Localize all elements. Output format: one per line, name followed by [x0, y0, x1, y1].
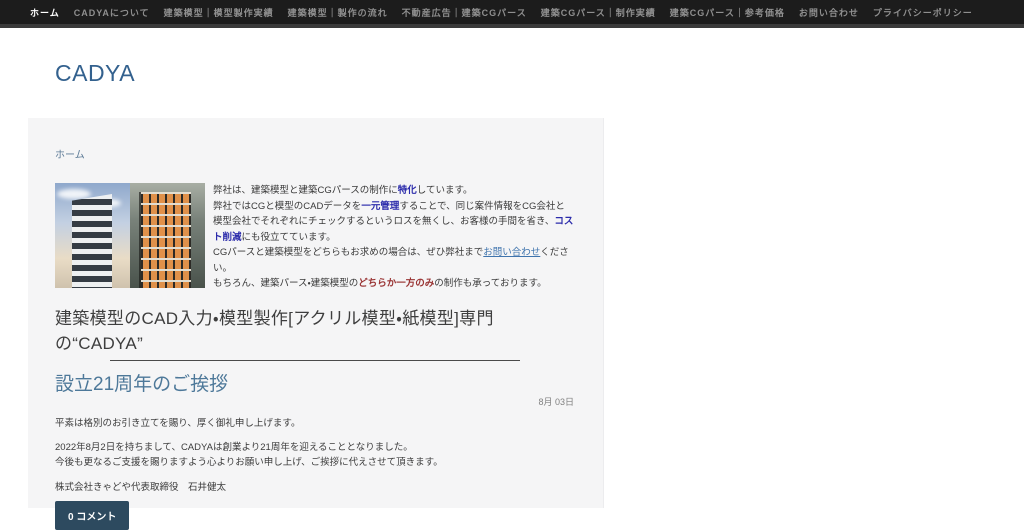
cg-render-panel — [55, 183, 130, 288]
nav-item-5[interactable]: 不動産広告｜建築CGパース — [402, 6, 527, 19]
post-paragraph: 2022年8月2日を持ちまして、CADYAは創業より21周年を迎えることとなりま… — [55, 440, 574, 455]
post-paragraph: 今後も更なるご支援を賜りますよう心よりお願い申し上げ、ご挨拶に代えさせて頂きます… — [55, 455, 574, 470]
nav-item-6[interactable]: 建築CGパース｜制作実績 — [541, 6, 656, 19]
content-card: ホーム 弊社は、建築模型と建築CGパースの制作に特化しています。 弊社ではCGと… — [28, 118, 604, 508]
cloud-shape — [57, 189, 91, 199]
intro-section: 弊社は、建築模型と建築CGパースの制作に特化しています。 弊社ではCGと模型のC… — [55, 183, 574, 292]
post-paragraph: 平素は格別のお引き立てを賜り、厚く御礼申し上げます。 — [55, 416, 574, 431]
intro-paragraph: もちろん、建築パース・建築模型のどちらか一方のみの制作も承っております。 — [213, 276, 574, 292]
nav-item-3[interactable]: 建築模型｜模型製作実績 — [164, 6, 274, 19]
nav-item-9[interactable]: プライバシーポリシー — [873, 6, 973, 19]
post-signature: 株式会社きゃどや代表取締役 石井健太 — [55, 480, 574, 495]
blog-post: 設立21周年のご挨拶 8月 03日 平素は格別のお引き立てを賜り、厚く御礼申し上… — [55, 373, 574, 530]
post-title-link[interactable]: 設立21周年のご挨拶 — [55, 373, 574, 397]
intro-paragraph: CGパースと建築模型をどちらもお求めの場合は、ぜひ弊社までお問い合わせください。 — [213, 245, 574, 276]
text-segment: 一元管理 — [361, 201, 399, 212]
model-building-shape — [141, 192, 191, 288]
text-segment: どちらか一方のみ — [358, 278, 434, 289]
nav-item-1[interactable]: ホーム — [30, 6, 60, 19]
text-segment: もちろん、建築パース・建築模型の — [213, 278, 358, 289]
text-segment: しています。 — [417, 185, 473, 196]
nav-item-2[interactable]: CADYAについて — [74, 6, 150, 19]
text-segment: にも役立てています。 — [242, 232, 336, 243]
page-title: 建築模型のCAD入力・模型製作[アクリル模型・紙模型]専門の“CADYA” — [55, 306, 574, 356]
comments-button[interactable]: 0 コメント — [55, 501, 129, 530]
nav-item-7[interactable]: 建築CGパース｜参考価格 — [670, 6, 785, 19]
intro-paragraph: 弊社ではCGと模型のCADデータを一元管理することで、同じ案件情報をCG会社と模… — [213, 199, 574, 246]
site-logo[interactable]: CADYA — [55, 60, 135, 87]
contact-link[interactable]: お問い合わせ — [483, 247, 540, 258]
text-segment: 弊社ではCGと模型のCADデータを — [213, 201, 361, 212]
model-photo-panel — [130, 183, 205, 288]
intro-paragraph: 弊社は、建築模型と建築CGパースの制作に特化しています。 — [213, 183, 574, 199]
text-segment: 特化 — [398, 185, 417, 196]
cg-building-shape — [72, 194, 112, 288]
text-segment: の制作も承っております。 — [434, 278, 546, 289]
intro-text: 弊社は、建築模型と建築CGパースの制作に特化しています。 弊社ではCGと模型のC… — [213, 183, 574, 292]
nav-item-8[interactable]: お問い合わせ — [799, 6, 859, 19]
text-segment: CGパースと建築模型をどちらもお求めの場合は、ぜひ弊社まで — [213, 247, 483, 258]
post-date: 8月 03日 — [55, 397, 574, 408]
text-segment: 弊社は、建築模型と建築CGパースの制作に — [213, 185, 398, 196]
title-divider — [110, 360, 520, 361]
nav-item-4[interactable]: 建築模型｜製作の流れ — [288, 6, 388, 19]
site-header: CADYA — [0, 28, 1024, 118]
breadcrumb-home-link[interactable]: ホーム — [55, 146, 85, 161]
building-comparison-image — [55, 183, 205, 288]
top-nav: ホーム CADYAについて 建築模型｜模型製作実績 建築模型｜製作の流れ 不動産広告｜建… — [0, 0, 1024, 28]
